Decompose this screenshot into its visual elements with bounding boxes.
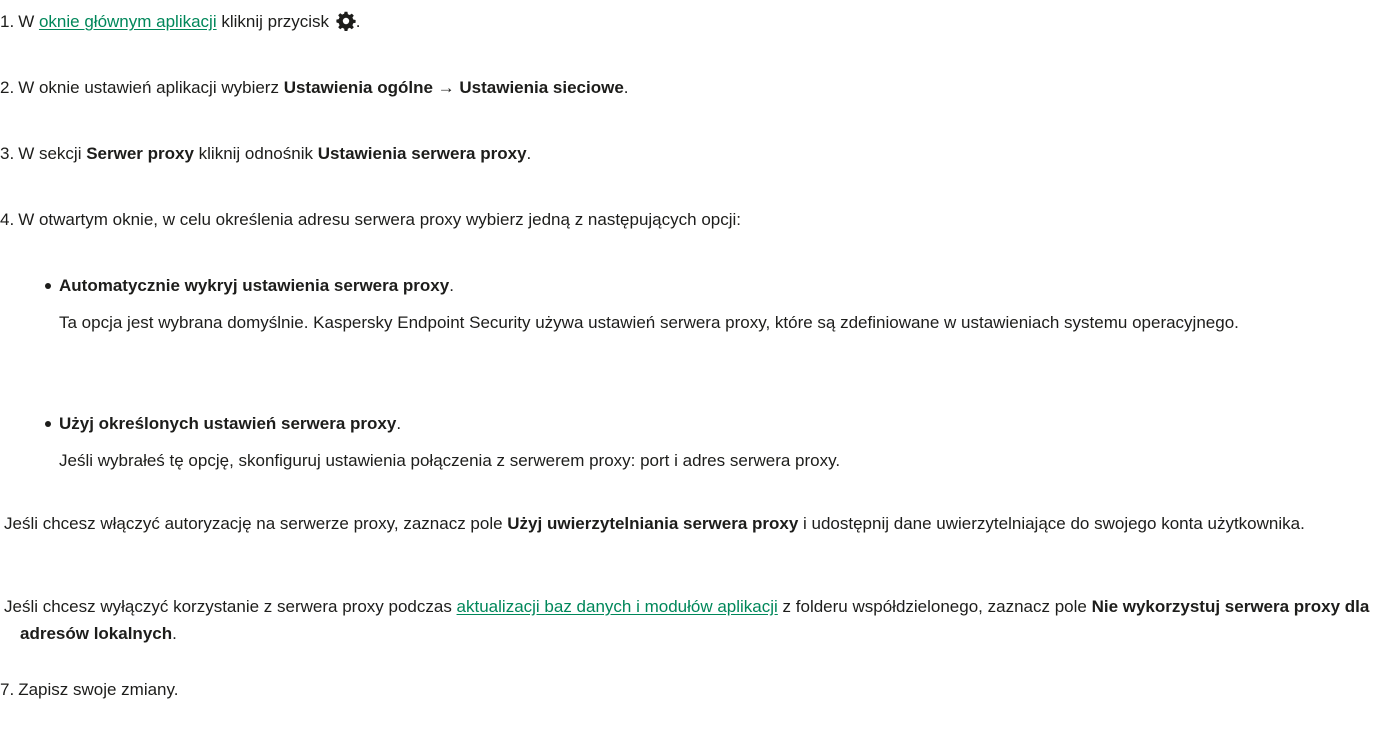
step-5: 5.Jeśli chcesz włączyć autoryzację na se… [0,510,1378,537]
step-text: . [172,624,177,643]
option-title-line: Automatycznie wykryj ustawienia serwera … [45,272,1359,299]
step-text: Jeśli chcesz włączyć autoryzację na serw… [4,514,508,533]
option-title: Automatycznie wykryj ustawienia serwera … [59,276,450,295]
step-text: i udostępnij dane uwierzytelniające do s… [798,514,1305,533]
step-2: 2. W oknie ustawień aplikacji wybierz Ust… [0,74,1372,101]
step-number: 7. [0,680,15,699]
option-title-end: . [396,414,402,433]
step-text: Jeśli chcesz wyłączyć korzystanie z serw… [4,597,457,616]
proxy-settings-link-label: Ustawienia serwera proxy [317,144,527,163]
option-title: Użyj określonych ustawień serwera proxy [59,414,397,433]
step-text: Zapisz swoje zmiany. [18,680,179,699]
proxy-server-section-label: Serwer proxy [86,144,194,163]
step-4: 4. W otwartym oknie, w celu określenia ad… [0,206,1372,233]
step-1: 1. W oknie głównym aplikacji kliknij przy… [0,8,1372,35]
update-databases-link[interactable]: aktualizacji baz danych i modułów aplika… [457,597,778,616]
option-description: Jeśli wybrałeś tę opcję, skonfiguruj ust… [59,451,841,470]
main-window-link[interactable]: oknie głównym aplikacji [39,12,217,31]
gear-icon [336,11,356,32]
step-text: kliknij przycisk [216,12,334,31]
step-text: . [623,78,629,97]
step-text: W [18,12,39,31]
option-specified: Użyj określonych ustawień serwera proxy.… [45,410,1359,474]
proxy-auth-checkbox-label: Użyj uwierzytelniania serwera proxy [507,514,799,533]
step-number: 1. [0,12,15,31]
step-text: W oknie ustawień aplikacji wybierz [18,78,284,97]
step-text: W sekcji [18,144,87,163]
option-title-line: Użyj określonych ustawień serwera proxy. [45,410,1359,437]
option-auto-detect: Automatycznie wykryj ustawienia serwera … [45,272,1359,336]
option-description: Ta opcja jest wybrana domyślnie. Kaspers… [59,313,1239,332]
bullet [45,421,51,427]
step-text: . [526,144,532,163]
arrow-text: → [432,78,460,97]
step-7: 7. Zapisz swoje zmiany. [0,676,1372,703]
step-text: z folderu współdzielonego, zaznacz pole [777,597,1092,616]
step-text: W otwartym oknie, w celu określenia adre… [18,210,742,229]
general-settings-label: Ustawienia ogólne [283,78,433,97]
step-text: . [355,12,361,31]
step-number: 3. [0,144,15,163]
bullet [45,283,51,289]
option-title-end: . [449,276,454,295]
network-settings-label: Ustawienia sieciowe [459,78,624,97]
step-3: 3. W sekcji Serwer proxy kliknij odnośnik… [0,140,1372,167]
step-number: 4. [0,210,15,229]
step-6: 6.Jeśli chcesz wyłączyć korzystanie z se… [0,593,1378,647]
step-number: 2. [0,78,15,97]
step-text: kliknij odnośnik [193,144,318,163]
